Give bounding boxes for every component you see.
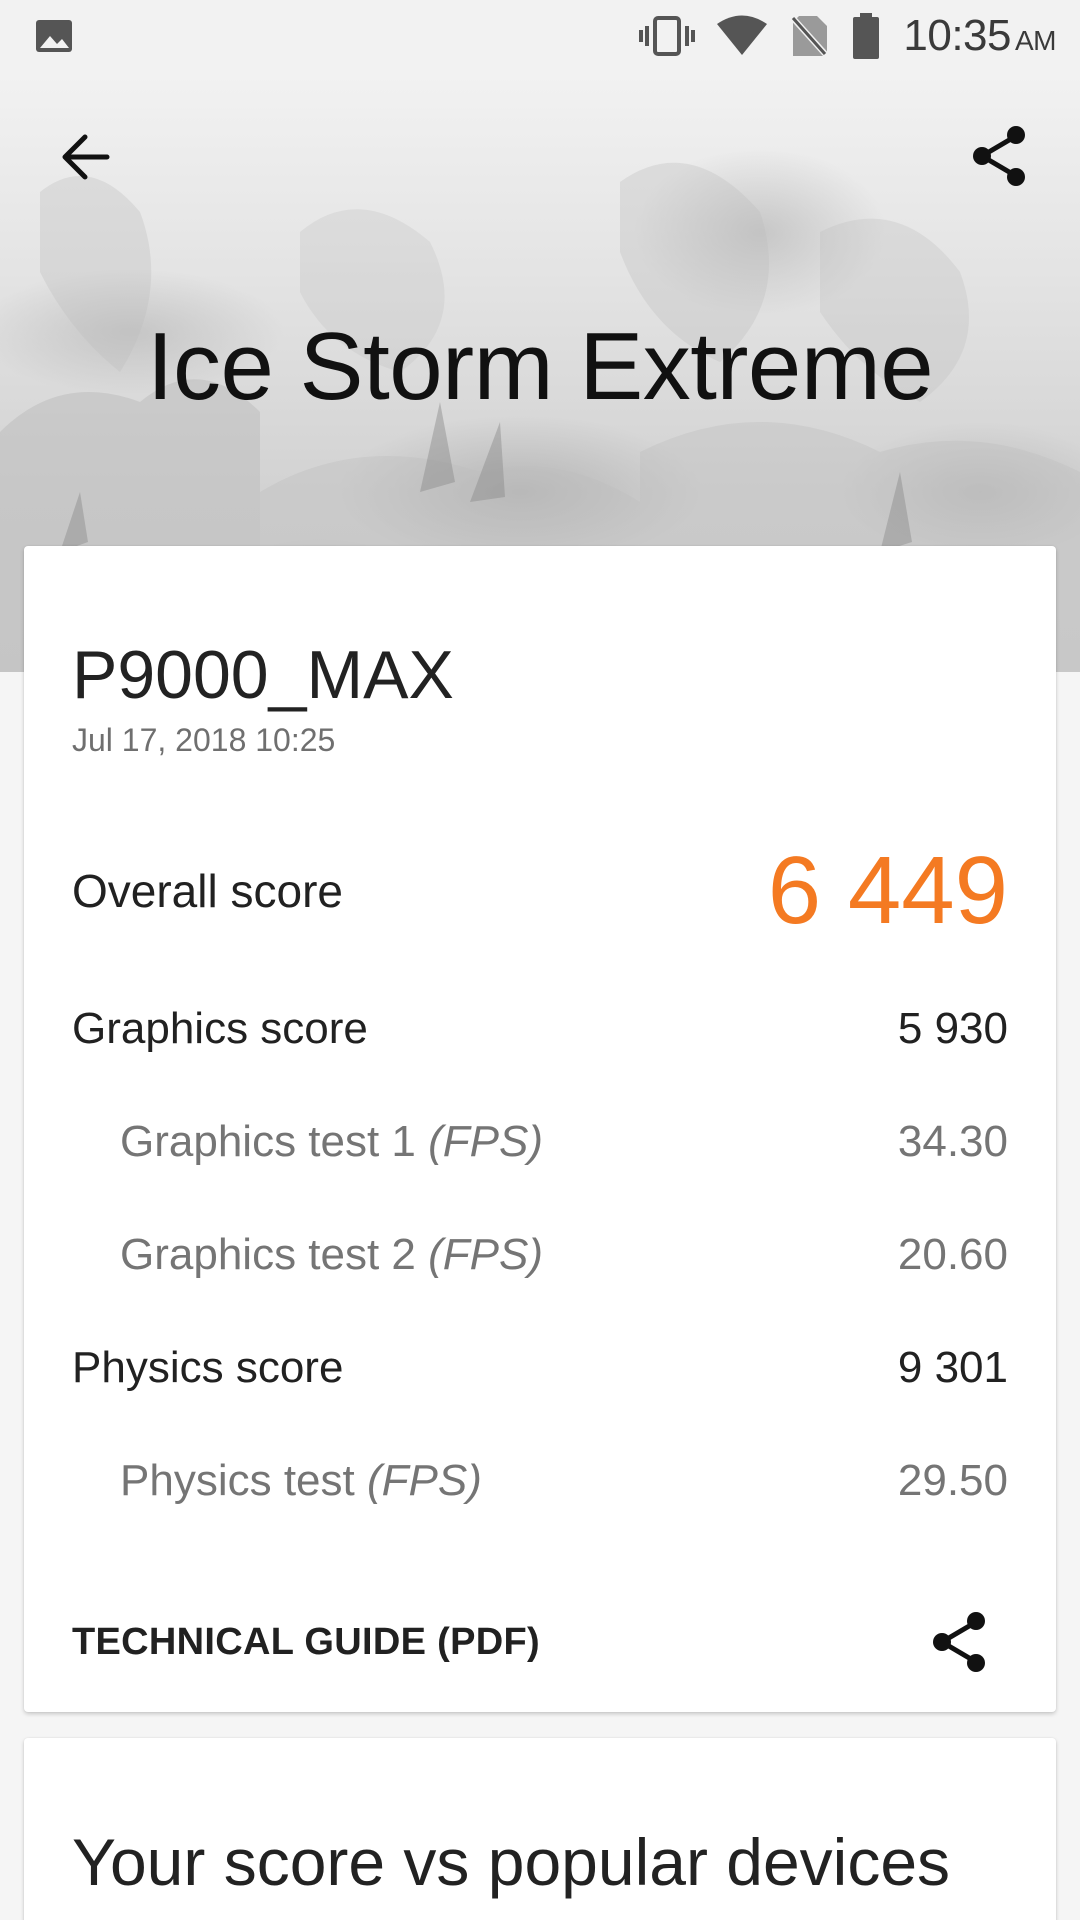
overall-score-row: Overall score 6 449 <box>72 836 1008 946</box>
status-bar: 10:35 AM <box>0 0 1080 72</box>
score-label: Physics score <box>72 1343 344 1392</box>
share-icon <box>973 126 1025 186</box>
score-label: Graphics test 2 (FPS) <box>120 1230 544 1279</box>
comparison-title: Your score vs popular devices <box>72 1825 951 1899</box>
score-value: 29.50 <box>897 1456 1008 1505</box>
overall-score-label: Overall score <box>72 865 343 917</box>
arrow-back-icon <box>62 134 110 180</box>
status-icons: 10:35 AM <box>639 0 1057 72</box>
no-sim-icon <box>789 14 830 58</box>
score-label: Graphics score <box>72 1004 368 1053</box>
technical-guide-link[interactable]: TECHNICAL GUIDE (PDF) <box>72 1621 540 1664</box>
run-date: Jul 17, 2018 10:25 <box>72 722 336 758</box>
wifi-icon <box>717 15 768 55</box>
score-label: Physics test (FPS) <box>120 1456 482 1505</box>
score-label: Graphics test 1 (FPS) <box>120 1117 544 1166</box>
physics-score-row: Physics score 9 301 <box>72 1343 1008 1393</box>
status-clock: 10:35 AM <box>903 11 1056 60</box>
device-name: P9000_MAX <box>72 637 454 713</box>
page-title: Ice Storm Extreme <box>146 313 934 420</box>
battery-icon <box>853 13 880 59</box>
back-button[interactable] <box>50 122 120 192</box>
comparison-card: Your score vs popular devices <box>24 1738 1056 1920</box>
score-value: 34.30 <box>897 1117 1008 1166</box>
score-value: 9 301 <box>897 1343 1008 1392</box>
graphics-score-row: Graphics score 5 930 <box>72 1004 1008 1054</box>
graphics-test-2-row: Graphics test 2 (FPS) 20.60 <box>72 1230 1008 1280</box>
share-button[interactable] <box>964 120 1036 192</box>
result-card: P9000_MAX Jul 17, 2018 10:25 Overall sco… <box>24 546 1056 1712</box>
vibrate-icon <box>639 16 696 56</box>
score-value: 5 930 <box>897 1004 1008 1053</box>
score-value: 20.60 <box>897 1230 1008 1279</box>
image-icon <box>36 20 72 52</box>
graphics-test-1-row: Graphics test 1 (FPS) 34.30 <box>72 1117 1008 1167</box>
technical-guide-row: TECHNICAL GUIDE (PDF) <box>72 1610 1008 1674</box>
physics-test-row: Physics test (FPS) 29.50 <box>72 1456 1008 1506</box>
overall-score-value: 6 449 <box>767 837 1008 944</box>
share-icon[interactable] <box>930 1610 990 1674</box>
